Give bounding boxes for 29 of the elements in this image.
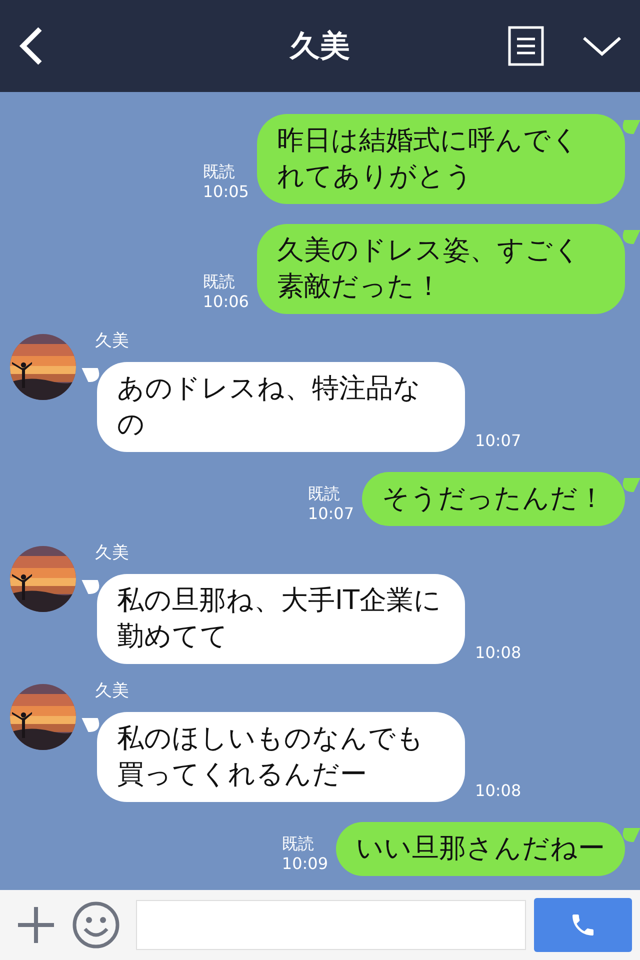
message-bubble: 久美のドレス姿、すごく素敵だった！ bbox=[256, 224, 625, 314]
read-receipt: 既読 bbox=[282, 834, 315, 854]
read-receipt: 既読 bbox=[202, 162, 236, 182]
message-bubble: 昨日は結婚式に呼んでくれてありがとう bbox=[256, 114, 625, 204]
sender-name: 久美 bbox=[95, 542, 130, 564]
timestamp: 10:06 bbox=[202, 292, 249, 312]
sender-name: 久美 bbox=[95, 330, 130, 352]
chevron-down-icon[interactable] bbox=[582, 35, 622, 57]
back-icon[interactable] bbox=[18, 26, 44, 66]
timestamp: 10:08 bbox=[475, 781, 522, 800]
chat-title: 久美 bbox=[290, 28, 350, 66]
message-bubble: 私の旦那ね、大手IT企業に勤めてて bbox=[97, 574, 466, 664]
plus-icon[interactable] bbox=[16, 905, 56, 945]
timestamp: 10:07 bbox=[475, 431, 522, 450]
read-receipt: 既読 bbox=[202, 272, 236, 292]
timestamp: 10:07 bbox=[308, 504, 354, 524]
message-field[interactable] bbox=[136, 900, 526, 950]
smiley-icon[interactable] bbox=[72, 901, 120, 949]
message-bubble: 私のほしいものなんでも買ってくれるんだー bbox=[97, 712, 466, 802]
timestamp: 10:05 bbox=[202, 182, 249, 202]
call-button[interactable] bbox=[534, 898, 632, 952]
sender-name: 久美 bbox=[95, 680, 130, 702]
message-bubble: いい旦那さんだねー bbox=[336, 822, 625, 876]
message-bubble: あのドレスね、特注品なの bbox=[97, 362, 466, 452]
menu-icon[interactable] bbox=[508, 26, 544, 66]
read-receipt: 既読 bbox=[308, 484, 341, 504]
message-bubble: そうだったんだ！ bbox=[362, 472, 625, 526]
timestamp: 10:09 bbox=[282, 854, 328, 874]
timestamp: 10:08 bbox=[475, 643, 522, 662]
